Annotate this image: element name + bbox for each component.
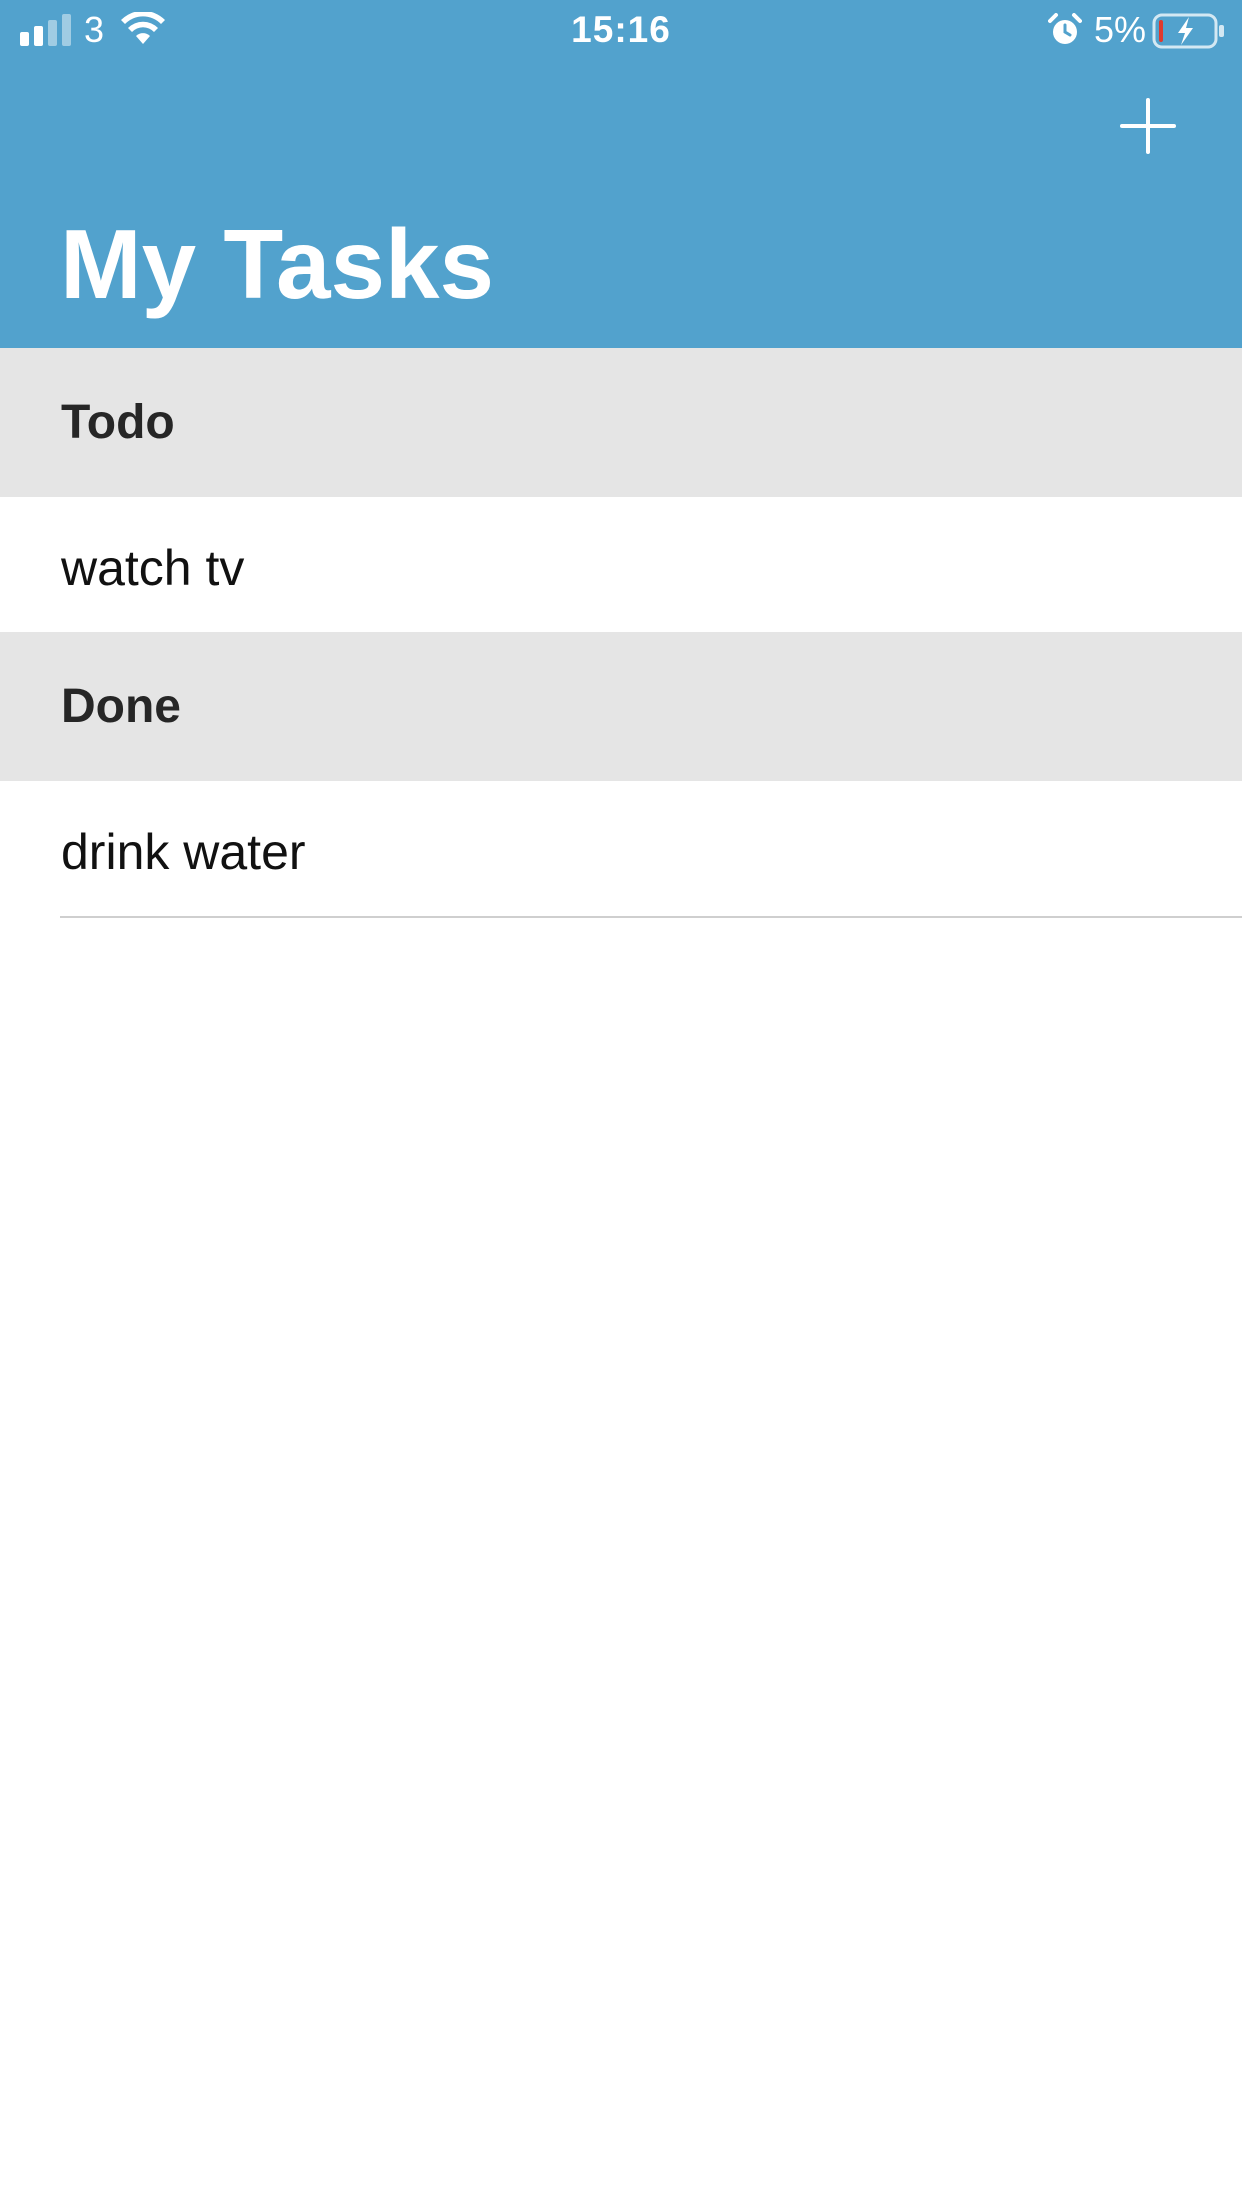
alarm-icon [1048, 13, 1082, 44]
section-title-done: Done [61, 680, 181, 733]
plus-icon [1120, 98, 1176, 154]
section-header-todo: Todo [0, 348, 1242, 497]
task-label: watch tv [61, 540, 245, 596]
page-title: My Tasks [60, 209, 494, 319]
navigation-header: 3 15:16 5% My Tasks [0, 0, 1242, 348]
section-title-todo: Todo [61, 396, 175, 449]
task-row-watch-tv[interactable]: watch tv [0, 497, 1242, 632]
task-label: drink water [61, 824, 306, 880]
section-header-done: Done [0, 632, 1242, 781]
battery-percentage: 5% [1094, 9, 1147, 50]
battery-icon [1152, 13, 1224, 49]
status-bar: 3 15:16 5% [0, 0, 1242, 62]
add-task-button[interactable] [1116, 94, 1180, 158]
task-list: Todo watch tv Done drink water [0, 348, 1242, 918]
task-row-drink-water[interactable]: drink water [60, 781, 1242, 918]
